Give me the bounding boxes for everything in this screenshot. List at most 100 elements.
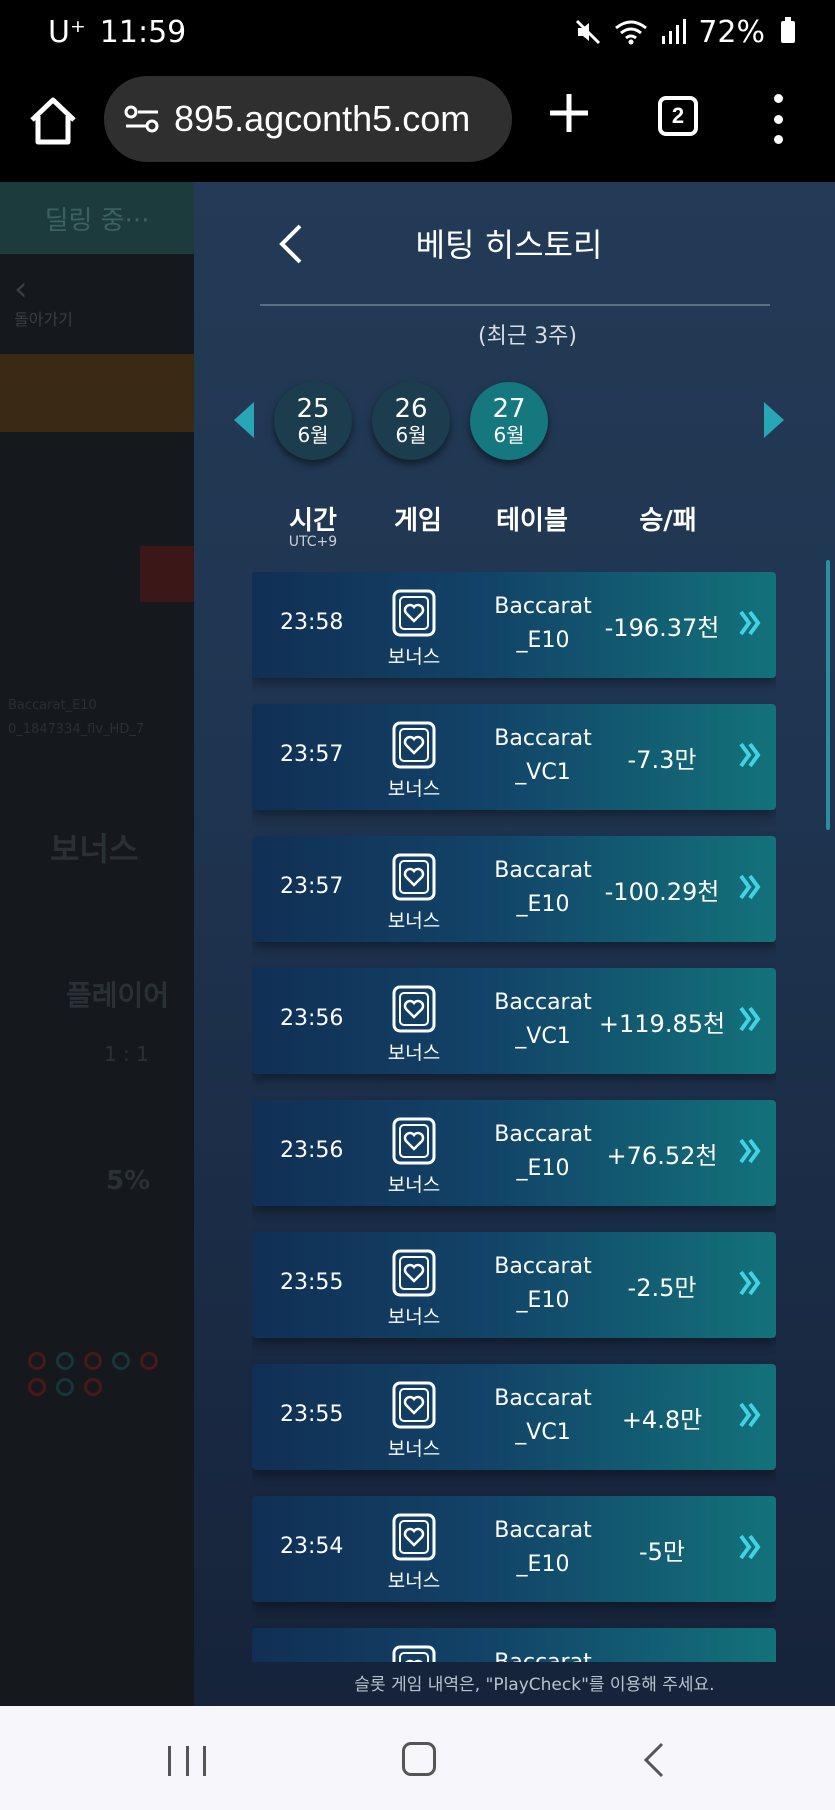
home-icon[interactable] [26,94,80,148]
bonus-game-icon [392,1513,436,1561]
date-day: 27 [492,394,526,424]
address-bar[interactable]: 895.agconth5.com [104,76,512,162]
history-row[interactable]: 23:56 보너스 Baccarat _E10 +76.52천 [252,1100,776,1206]
next-date-icon[interactable] [764,402,784,438]
row-detail-chevron-icon[interactable] [738,872,762,902]
row-table-suffix: _VC1 [515,1420,571,1445]
row-table-name: Baccarat [494,594,592,619]
road-marker [112,1352,130,1370]
row-time: 23:57 [280,742,344,767]
row-table-suffix: _E10 [516,1552,570,1577]
back-chevron-icon: ‹ [14,269,28,309]
header-divider [260,304,770,306]
row-detail-chevron-icon[interactable] [738,740,762,770]
row-table: Baccarat _E10 [478,1514,608,1582]
date-day: 26 [394,394,428,424]
new-tab-icon[interactable] [546,90,592,136]
game-banner [0,354,194,432]
prev-date-icon[interactable] [234,402,254,438]
bonus-game-icon [392,1381,436,1429]
browser-toolbar: 895.agconth5.com 2 [0,64,835,182]
home-nav-icon[interactable] [402,1742,436,1776]
row-detail-chevron-icon[interactable] [738,608,762,638]
column-header-time: 시간 [289,506,337,536]
row-time: 23:54 [280,1534,344,1559]
row-table-name: Baccarat [494,1518,592,1543]
row-detail-chevron-icon[interactable] [738,1136,762,1166]
row-table: Baccarat [478,1646,608,1662]
status-right: 72% [574,15,795,50]
row-time: 23:56 [280,1006,344,1031]
period-subtitle: (최근 3주) [478,324,577,349]
row-time: 23:56 [280,1138,344,1163]
back-nav-icon[interactable] [640,1740,670,1780]
row-table-name: Baccarat [478,1646,608,1662]
url-text[interactable]: 895.agconth5.com [174,98,470,140]
history-row[interactable]: Baccarat [252,1628,776,1662]
recent-apps-icon[interactable] [168,1746,206,1776]
row-table-name: Baccarat [494,858,592,883]
history-row[interactable]: 23:55 보너스 Baccarat _E10 -2.5만 [252,1232,776,1338]
row-result: -100.29천 [604,878,720,906]
row-time: 23:55 [280,1270,344,1295]
back-chevron-icon[interactable] [276,222,306,266]
history-row[interactable]: 23:55 보너스 Baccarat _VC1 +4.8만 [252,1364,776,1470]
column-header-game: 게임 [394,506,442,536]
row-table-suffix: _VC1 [515,760,571,785]
row-result: -2.5만 [627,1274,697,1302]
row-game: 보너스 [387,1042,441,1064]
row-game: 보너스 [387,1438,441,1460]
history-list: 23:58 보너스 Baccarat _E10 -196.37천 23:57 보너스 Bacc… [252,572,776,1662]
mute-icon [576,19,601,45]
bonus-game-icon [392,985,436,1033]
row-detail-chevron-icon[interactable] [738,1268,762,1298]
history-row[interactable]: 23:54 보너스 Baccarat _E10 -5만 [252,1496,776,1602]
history-row[interactable]: 23:58 보너스 Baccarat _E10 -196.37천 [252,572,776,678]
road-marker [84,1352,102,1370]
row-detail-chevron-icon[interactable] [738,1532,762,1562]
row-table-name: Baccarat [494,726,592,751]
scrollbar[interactable] [826,560,830,830]
row-table-name: Baccarat [494,990,592,1015]
road-marker [56,1352,74,1370]
row-game: 보너스 [387,910,441,932]
row-game: 보너스 [387,778,441,800]
site-settings-icon[interactable] [124,104,160,134]
bonus-game-icon [392,1117,436,1165]
column-header-result: 승/패 [639,506,697,536]
row-result: -7.3만 [627,746,697,774]
row-detail-chevron-icon[interactable] [738,1400,762,1430]
panel-title: 베팅 히스토리 [415,226,603,264]
column-header-table: 테이블 [496,506,568,536]
row-detail-chevron-icon[interactable] [738,1004,762,1034]
date-month: 6월 [493,423,525,447]
back-link: ‹ 돌아가기 [0,254,194,354]
system-nav-bar [0,1706,835,1810]
playcheck-note: 슬롯 게임 내역은, "PlayCheck"를 이용해 주세요. [354,1675,715,1695]
battery-icon [781,17,795,43]
status-bar: U⁺ 11:59 72% [0,0,835,64]
row-result: -196.37천 [604,614,720,642]
row-table: Baccarat _VC1 [478,1382,608,1450]
row-table-suffix: _E10 [516,628,570,653]
history-row[interactable]: 23:57 보너스 Baccarat _VC1 -7.3만 [252,704,776,810]
row-table-name: Baccarat [494,1122,592,1147]
row-table: Baccarat _E10 [478,854,608,922]
date-option-25[interactable]: 25 6월 [274,382,352,460]
road-marker [56,1378,74,1396]
history-row[interactable]: 23:57 보너스 Baccarat _E10 -100.29천 [252,836,776,942]
signal-icon [662,19,687,44]
date-month: 6월 [395,423,427,447]
more-menu-icon[interactable] [768,94,788,144]
date-option-26[interactable]: 26 6월 [372,382,450,460]
row-result: +76.52천 [606,1142,718,1170]
status-left: U⁺ 11:59 [48,15,186,50]
row-table: Baccarat _VC1 [478,986,608,1054]
clock: 11:59 [99,14,187,50]
betting-history-panel: 베팅 히스토리 (최근 3주) 25 6월 26 6월 27 6월 시간 UTC… [194,182,835,1706]
history-row[interactable]: 23:56 보너스 Baccarat _VC1 +119.85천 [252,968,776,1074]
wifi-icon [615,20,648,45]
tab-switcher-button[interactable]: 2 [658,96,698,136]
date-option-27[interactable]: 27 6월 [470,382,548,460]
player-bet-label: 플레이어 [66,979,170,1012]
